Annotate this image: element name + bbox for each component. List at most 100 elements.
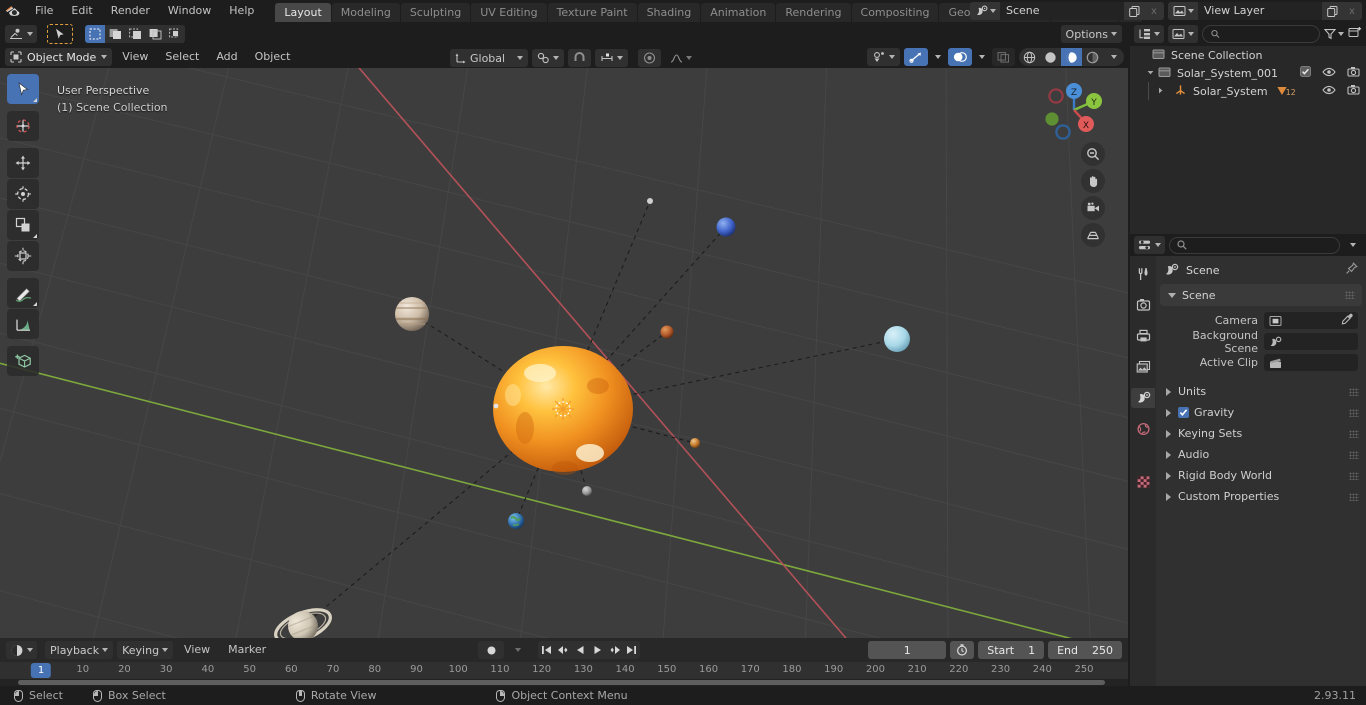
- workspace-tab-rendering[interactable]: Rendering: [776, 3, 851, 22]
- tool-tweak-select-box[interactable]: [7, 74, 39, 104]
- hide-in-viewport-eye-icon[interactable]: [1322, 67, 1336, 80]
- panel-header-scene[interactable]: Scene: [1160, 284, 1362, 306]
- new-view-layer-button[interactable]: [1322, 2, 1342, 20]
- overlays-options-dropdown[interactable]: [976, 48, 988, 66]
- tool-add-cube[interactable]: [7, 346, 39, 376]
- tool-rotate[interactable]: [7, 179, 39, 209]
- properties-tab-scene[interactable]: [1131, 388, 1155, 408]
- workspace-tab-uv-editing[interactable]: UV Editing: [471, 3, 547, 22]
- jump-to-start-button[interactable]: [538, 641, 555, 659]
- select-subtract-icon[interactable]: [125, 25, 145, 43]
- outliner-row-scene-collection[interactable]: Scene Collection: [1130, 46, 1366, 64]
- viewport-menu-object[interactable]: Object: [248, 48, 298, 66]
- snap-target-selector[interactable]: [595, 49, 628, 67]
- view-layer-icon[interactable]: [1168, 2, 1198, 20]
- active-tool-indicator[interactable]: [47, 24, 73, 44]
- auto-keying-options[interactable]: [507, 641, 529, 659]
- unlink-scene-button[interactable]: x: [1144, 2, 1164, 20]
- timeline-horizontal-scrollbar[interactable]: [0, 679, 1128, 686]
- properties-editor-type-selector[interactable]: [1134, 236, 1165, 254]
- shading-wireframe-button[interactable]: [1019, 48, 1040, 66]
- properties-tab-output[interactable]: [1131, 326, 1155, 346]
- active-clip-field[interactable]: [1264, 354, 1358, 371]
- toggle-xray-button[interactable]: [992, 48, 1015, 66]
- tool-cursor[interactable]: [7, 111, 39, 141]
- menu-render[interactable]: Render: [102, 0, 159, 22]
- viewport-menu-select[interactable]: Select: [158, 48, 206, 66]
- outliner-editor-type-selector[interactable]: [1134, 25, 1164, 43]
- select-invert-icon[interactable]: [145, 25, 165, 43]
- timeline-menu-view[interactable]: View: [177, 641, 217, 659]
- proportional-editing-toggle[interactable]: [638, 49, 661, 67]
- tool-transform[interactable]: [7, 241, 39, 271]
- auto-keying-toggle[interactable]: [478, 641, 504, 659]
- eyedropper-icon[interactable]: [1341, 313, 1353, 328]
- disable-in-renders-camera-icon[interactable]: [1347, 66, 1360, 80]
- panel-units[interactable]: Units: [1156, 381, 1366, 402]
- timeline-ruler[interactable]: 10 20 30 40 50 60 70 80 90 100 110 120 130 140 150 160 1…: [0, 662, 1128, 679]
- panel-keying-sets[interactable]: Keying Sets: [1156, 423, 1366, 444]
- navigation-gizmo[interactable]: Z Y X: [1036, 72, 1112, 148]
- transform-orientation-selector[interactable]: Global: [450, 49, 528, 67]
- show-overlays-toggle[interactable]: [948, 48, 972, 66]
- tool-measure[interactable]: [7, 309, 39, 339]
- jump-to-end-button[interactable]: [623, 641, 640, 659]
- blender-logo-icon[interactable]: [0, 4, 26, 18]
- remove-view-layer-button[interactable]: x: [1342, 2, 1362, 20]
- play-reverse-button[interactable]: [572, 641, 589, 659]
- tool-scale[interactable]: [7, 210, 39, 240]
- menu-file[interactable]: File: [26, 0, 62, 22]
- next-keyframe-button[interactable]: [606, 641, 623, 659]
- properties-tab-view-layer[interactable]: [1131, 357, 1155, 377]
- 3d-viewport[interactable]: User Perspective (1) Scene Collection Z …: [0, 68, 1128, 638]
- exclude-collection-checkbox[interactable]: [1300, 66, 1311, 80]
- shading-solid-button[interactable]: [1040, 48, 1061, 66]
- new-collection-button[interactable]: [1348, 26, 1362, 42]
- workspace-tab-layout[interactable]: Layout: [275, 3, 331, 22]
- scene-icon[interactable]: [970, 2, 1000, 20]
- end-frame-field[interactable]: End 250: [1048, 641, 1122, 659]
- outliner-filter-button[interactable]: [1324, 28, 1344, 40]
- properties-tab-world[interactable]: [1131, 419, 1155, 439]
- timeline-editor-type-selector[interactable]: [6, 641, 37, 659]
- disable-in-renders-camera-icon[interactable]: [1347, 84, 1360, 98]
- shading-material-preview-button[interactable]: [1061, 48, 1082, 66]
- zoom-icon[interactable]: [1081, 142, 1105, 166]
- properties-search-input[interactable]: [1169, 236, 1340, 254]
- proportional-falloff-selector[interactable]: [665, 49, 697, 67]
- view-layer-datablock-selector[interactable]: View Layer x: [1168, 2, 1362, 20]
- pan-hand-icon[interactable]: [1081, 169, 1105, 193]
- workspace-tab-modeling[interactable]: Modeling: [331, 3, 400, 22]
- panel-gravity[interactable]: Gravity: [1156, 402, 1366, 423]
- snap-magnet-toggle[interactable]: [568, 49, 591, 67]
- workspace-tab-animation[interactable]: Animation: [701, 3, 776, 22]
- camera-view-icon[interactable]: [1081, 196, 1105, 220]
- new-scene-button[interactable]: [1124, 2, 1144, 20]
- timeline-playhead[interactable]: 1: [30, 663, 52, 678]
- current-frame-field[interactable]: 1: [868, 641, 947, 659]
- properties-tab-render[interactable]: [1131, 295, 1155, 315]
- outliner-filter-id-selector[interactable]: [1168, 25, 1198, 43]
- menu-help[interactable]: Help: [220, 0, 263, 22]
- previous-keyframe-button[interactable]: [555, 641, 572, 659]
- show-gizmo-toggle[interactable]: [904, 48, 928, 66]
- shading-rendered-button[interactable]: [1082, 48, 1103, 66]
- workspace-tab-sculpting[interactable]: Sculpting: [400, 3, 471, 22]
- menu-edit[interactable]: Edit: [62, 0, 101, 22]
- scene-datablock-selector[interactable]: Scene x: [970, 2, 1164, 20]
- gizmo-options-dropdown[interactable]: [932, 48, 944, 66]
- shading-options-dropdown[interactable]: [1103, 48, 1124, 66]
- viewport-options-dropdown[interactable]: Options: [1060, 25, 1122, 43]
- hide-in-viewport-eye-icon[interactable]: [1322, 85, 1336, 98]
- outliner-search-input[interactable]: [1202, 25, 1320, 43]
- workspace-tab-shading[interactable]: Shading: [637, 3, 701, 22]
- use-preview-range-button[interactable]: [950, 641, 975, 659]
- panel-rigid-body-world[interactable]: Rigid Body World: [1156, 465, 1366, 486]
- outliner-row-solar-system[interactable]: Solar_System 12: [1130, 82, 1366, 100]
- pin-icon[interactable]: [1345, 262, 1358, 278]
- select-intersect-icon[interactable]: [165, 25, 185, 43]
- pivot-point-selector[interactable]: [532, 49, 564, 67]
- scene-name-field[interactable]: Scene: [1000, 2, 1124, 20]
- toggle-perspective-icon[interactable]: [1081, 223, 1105, 247]
- viewport-menu-add[interactable]: Add: [209, 48, 244, 66]
